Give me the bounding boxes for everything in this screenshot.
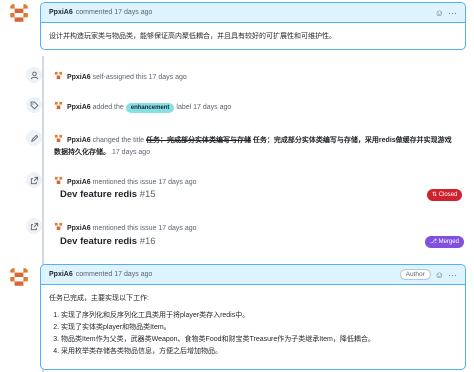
mini-avatar[interactable]	[54, 176, 63, 185]
more-options-icon[interactable]: ···	[448, 270, 457, 280]
old-title: 任务：完成部分实体类编写与存储	[145, 137, 251, 144]
event-text-after: label 17 days ago	[176, 104, 232, 111]
avatar[interactable]	[8, 2, 30, 24]
comment-box: PpxiA6 commented 17 days ago Author ☺ ··…	[40, 264, 466, 370]
cross-reference-icon	[26, 218, 42, 234]
comment-body: 设计并构造玩家类与物品类，能够保证高内聚低耦合，并且具有较好的可扩展性和可维护性…	[49, 33, 336, 40]
event-actor[interactable]: PpxiA6	[67, 104, 91, 111]
list-item: 采用枚举类存储各类物品信息，方便之后增加物品。	[61, 346, 457, 358]
mini-avatar[interactable]	[54, 101, 63, 110]
comment-timestamp[interactable]: commented 17 days ago	[76, 9, 153, 16]
comment-header: PpxiA6 commented 17 days ago Author ☺ ··…	[41, 265, 465, 285]
cross-reference-icon	[26, 172, 42, 188]
event-text: mentioned this issue 17 days ago	[92, 179, 197, 186]
event-text-before: added the	[92, 104, 124, 111]
mini-avatar[interactable]	[54, 71, 63, 80]
status-badge-merged: ⎇ Merged	[425, 236, 464, 248]
avatar[interactable]	[8, 266, 30, 288]
event-text-after: 17 days ago	[111, 149, 151, 156]
status-label: Merged	[438, 239, 459, 245]
reference-number[interactable]: #16	[140, 236, 156, 247]
pencil-icon	[26, 130, 42, 146]
reference-title[interactable]: Dev feature redis #15	[60, 189, 156, 200]
event-text-before: changed the title	[92, 137, 145, 144]
timeline-event-assign: PpxiA6 self-assigned this 17 days ago	[26, 67, 466, 84]
timeline-event-mention: PpxiA6 mentioned this issue 17 days ago	[26, 172, 466, 189]
list-item: 实现了序列化和反序列化工具类用于将player类存入redis中。	[61, 310, 457, 322]
merge-icon: ⎇	[430, 239, 437, 245]
event-actor[interactable]: PpxiA6	[67, 179, 91, 186]
event-actor[interactable]: PpxiA6	[67, 225, 91, 232]
timeline-event-rename: PpxiA6 changed the title 任务：完成部分实体类编写与存储…	[26, 130, 456, 159]
event-text: mentioned this issue 17 days ago	[92, 225, 197, 232]
timeline-event-mention: PpxiA6 mentioned this issue 17 days ago	[26, 218, 466, 235]
comment-intro: 任务已完成，主要实现以下工作:	[49, 295, 149, 302]
comment-timestamp[interactable]: commented 17 days ago	[76, 271, 153, 278]
status-label: Closed	[438, 192, 458, 198]
reference-number[interactable]: #15	[140, 189, 156, 200]
event-actor[interactable]: PpxiA6	[67, 137, 91, 144]
mini-avatar[interactable]	[54, 222, 63, 231]
comment-author[interactable]: PpxiA6	[49, 9, 73, 16]
comment-header: PpxiA6 commented 17 days ago ☺ ···	[41, 3, 465, 23]
label-enhancement[interactable]: enhancement	[125, 103, 175, 113]
mini-avatar[interactable]	[54, 134, 63, 143]
comment-box: PpxiA6 commented 17 days ago ☺ ··· 设计并构造…	[40, 2, 466, 50]
author-badge: Author	[399, 269, 431, 280]
event-actor[interactable]: PpxiA6	[67, 74, 91, 81]
event-text: self-assigned this 17 days ago	[92, 74, 187, 81]
status-badge-closed: ⇅ Closed	[427, 189, 463, 201]
comment-author[interactable]: PpxiA6	[49, 271, 73, 278]
smiley-icon[interactable]: ☺	[435, 8, 444, 18]
pr-closed-icon: ⇅	[432, 192, 438, 198]
tag-icon	[26, 97, 42, 113]
list-item: 物品类Item作为父类，武器类Weapon、食物类Food和财宝类Treasur…	[61, 334, 457, 346]
person-icon	[26, 67, 42, 83]
smiley-icon[interactable]: ☺	[435, 270, 444, 280]
timeline-event-label: PpxiA6 added the enhancement label 17 da…	[26, 97, 466, 114]
reference-title[interactable]: Dev feature redis #16	[60, 236, 156, 247]
reference-title-text[interactable]: Dev feature redis	[60, 189, 137, 200]
comment-body: 任务已完成，主要实现以下工作: 实现了序列化和反序列化工具类用于将player类…	[41, 285, 465, 366]
list-item: 实现了实体类player和物品类Item。	[61, 322, 457, 334]
more-options-icon[interactable]: ···	[448, 8, 457, 18]
reference-title-text[interactable]: Dev feature redis	[60, 236, 137, 247]
task-list: 实现了序列化和反序列化工具类用于将player类存入redis中。 实现了实体类…	[49, 310, 457, 358]
